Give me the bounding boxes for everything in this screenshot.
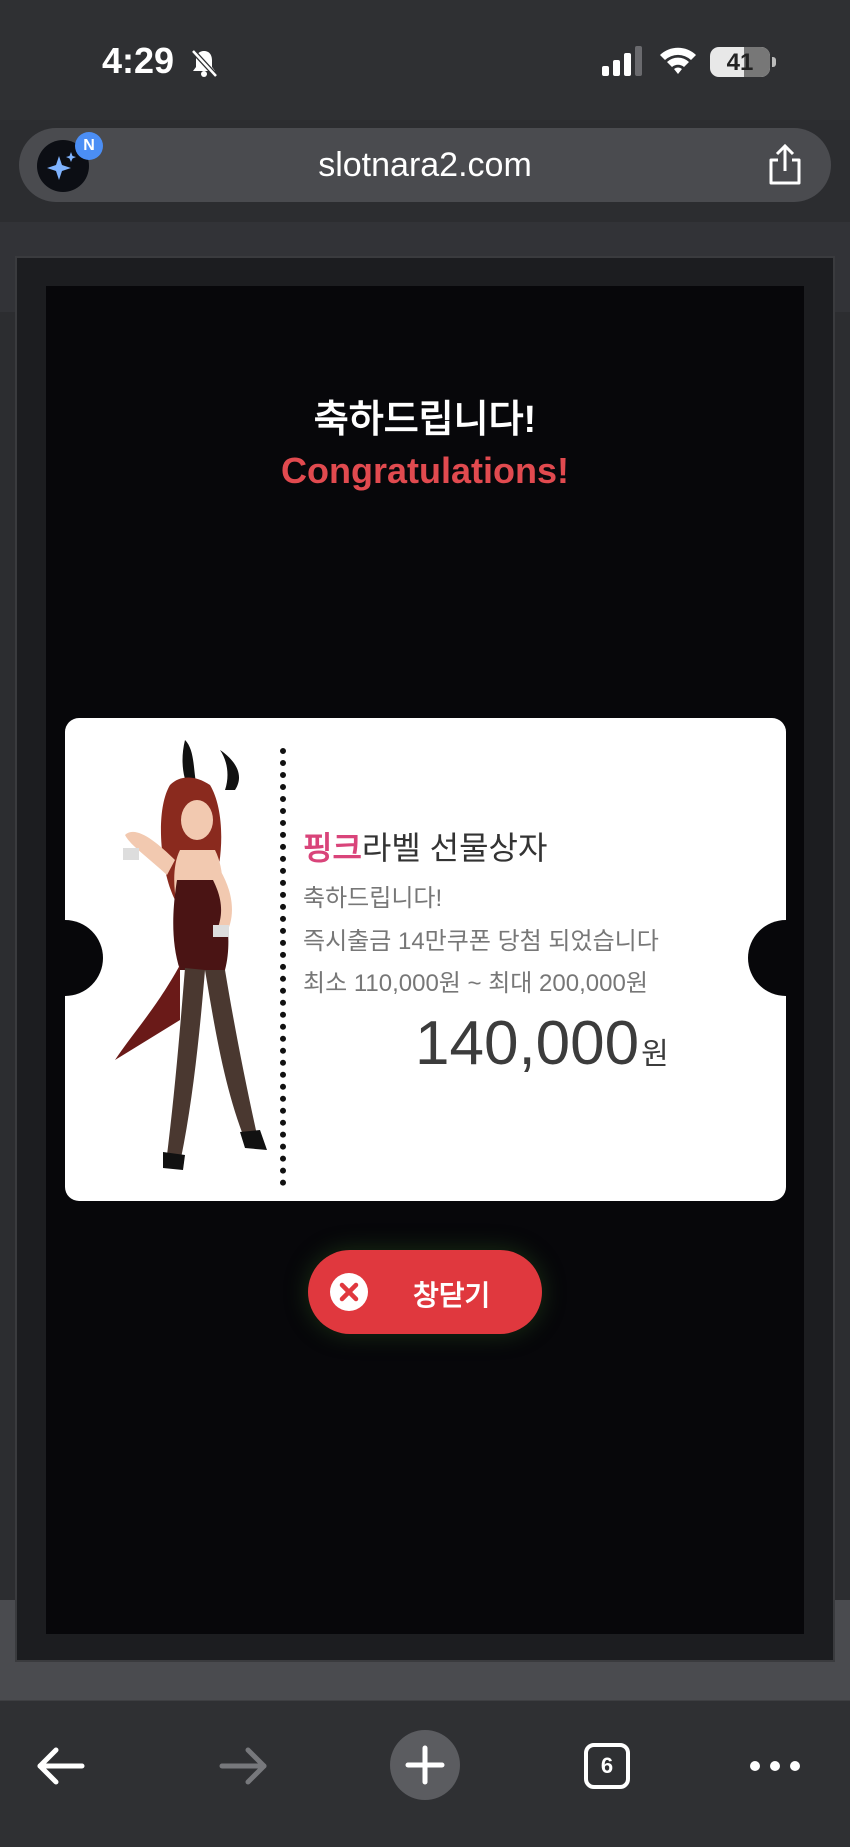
close-popup-label: 창닫기	[413, 1280, 491, 1311]
coupon-title: 핑크라벨 선물상자	[303, 823, 547, 869]
more-dots-icon	[750, 1761, 800, 1771]
forward-button[interactable]	[208, 1731, 278, 1801]
coupon-amount-value: 140,000	[415, 1009, 640, 1078]
arrow-right-icon	[219, 1747, 267, 1785]
popup-title-korean: 축하드립니다!	[313, 399, 537, 441]
bell-muted-icon	[191, 49, 218, 78]
new-tab-button[interactable]	[390, 1730, 460, 1800]
wifi-icon	[660, 47, 696, 74]
coupon-title-accent: 핑크	[303, 830, 362, 866]
url-text[interactable]: slotnara2.com	[19, 146, 831, 185]
cellular-signal-icon	[602, 46, 642, 76]
tab-count: 6	[584, 1743, 630, 1789]
plus-icon	[405, 1745, 445, 1785]
battery-level: 41	[726, 49, 754, 76]
status-bar: 4:29 41	[0, 0, 850, 120]
coupon-congrats-text: 축하드립니다!	[303, 885, 443, 912]
more-button[interactable]	[740, 1731, 810, 1801]
tabs-button[interactable]: 6	[572, 1731, 642, 1801]
coupon-amount: 140,000원	[415, 1008, 669, 1079]
coupon-range: 최소 110,000원 ~ 최대 200,000원	[303, 970, 648, 997]
close-popup-button[interactable]: 창닫기	[308, 1250, 542, 1334]
coupon-perforation	[280, 748, 286, 1186]
close-icon	[330, 1273, 368, 1311]
popup-title-english: Congratulations!	[281, 450, 569, 491]
status-time: 4:29	[102, 40, 175, 81]
address-bar[interactable]: N slotnara2.com	[19, 128, 831, 202]
arrow-left-icon	[37, 1747, 85, 1785]
coupon-description: 즉시출금 14만쿠폰 당첨 되었습니다	[303, 928, 659, 955]
share-icon[interactable]	[765, 144, 805, 186]
coupon-card: 핑크라벨 선물상자 축하드립니다! 즉시출금 14만쿠폰 당첨 되었습니다 최소…	[65, 718, 786, 1201]
coupon-title-rest: 라벨 선물상자	[361, 830, 548, 866]
bunny-girl-illustration	[115, 740, 267, 1170]
coupon-notch-right	[748, 920, 786, 996]
coupon-amount-unit: 원	[641, 1038, 669, 1071]
browser-toolbar: 6	[0, 1700, 850, 1847]
battery-icon: 41	[710, 47, 776, 77]
back-button[interactable]	[26, 1731, 96, 1801]
